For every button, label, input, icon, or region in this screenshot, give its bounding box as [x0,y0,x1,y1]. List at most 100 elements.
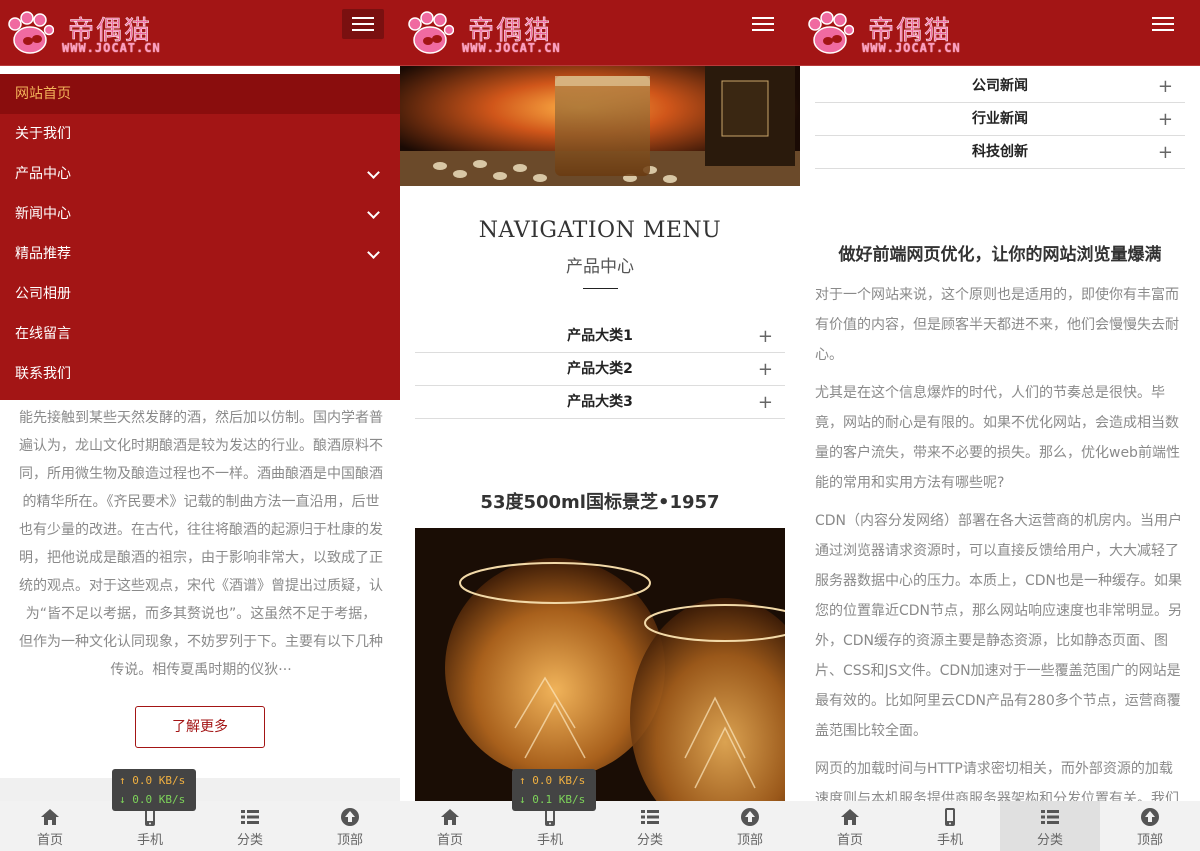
bottom-nav-home[interactable]: 首页 [800,801,900,851]
list-icon [641,810,659,824]
menu-toggle-button[interactable] [342,9,384,39]
text-line: 也有少量的改进。在古代，往往将酿酒的起源归于杜康的发 [19,522,383,538]
nav-item-label: 精品推荐 [15,246,71,262]
menu-toggle-button[interactable] [1142,9,1184,39]
panel-products: 帝偶猫 WWW.JOCAT.CN NAVIGATION MENU 产品中心 产品… [400,0,800,851]
hamburger-bar [352,29,374,31]
list-icon [241,810,259,824]
category-item[interactable]: 产品大类1 + [415,320,785,353]
plus-icon[interactable]: + [758,320,773,353]
download-speed: ↓ 0.0 KB/s [119,793,186,806]
hamburger-icon [1152,17,1174,19]
nav-item-label: 联系我们 [15,366,71,382]
site-logo[interactable]: 帝偶猫 WWW.JOCAT.CN [6,8,176,60]
chevron-down-icon[interactable] [367,206,380,219]
nav-item-label: 在线留言 [15,326,71,342]
paw-logo-icon [8,11,54,54]
bottom-nav-label: 分类 [1036,833,1063,848]
article-title: 做好前端网页优化，让你的网站浏览量爆满 [838,245,1162,265]
plus-icon[interactable]: + [1158,70,1173,103]
nav-item-label: 新闻中心 [15,206,71,222]
bottom-nav-mobile[interactable]: 手机 [900,801,1000,851]
bottom-nav-top[interactable]: 顶部 [1100,801,1200,851]
title-underline [583,288,618,289]
bottom-nav-category[interactable]: 分类 [1000,801,1100,851]
hamburger-icon [352,17,374,19]
nav-item-guestbook[interactable]: 在线留言 [0,314,400,354]
category-label: 科技创新 [972,144,1028,160]
panel-menu-open: 帝偶猫 WWW.JOCAT.CN 网站首页 关于我们 产品中心 新闻中心 精品推… [0,0,400,851]
paw-logo-icon [408,11,454,54]
header: 帝偶猫 WWW.JOCAT.CN [0,0,400,66]
nav-item-home[interactable]: 网站首页 [0,74,400,114]
text-line: 统的观点。对于这些观点，宋代《酒谱》曾提出过质疑，认 [19,578,383,594]
home-icon [41,809,59,825]
menu-toggle-button[interactable] [742,9,784,39]
home-icon [441,809,459,825]
hamburger-bar [1152,23,1174,25]
bottom-nav: 首页 手机 分类 顶部 [400,801,800,851]
category-item[interactable]: 产品大类2 + [415,353,785,386]
chevron-down-icon[interactable] [367,166,380,179]
bottom-nav-top[interactable]: 顶部 [300,801,400,851]
category-item[interactable]: 行业新闻 + [815,103,1185,136]
section-title: NAVIGATION MENU [478,218,722,243]
article-paragraph: 对于一个网站来说，这个原则也是适用的，即使你有丰富而有价值的内容，但是顾客半天都… [815,287,1179,363]
hamburger-bar [752,29,774,31]
banner-image [400,66,800,186]
article-paragraph: CDN（内容分发网络）部署在各大运营商的机房内。当用户通过浏览器请求资源时，可以… [815,513,1183,739]
text-line: 能先接触到某些天然发酵的酒，然后加以仿制。国内学者普 [19,410,383,426]
plus-icon[interactable]: + [1158,136,1173,169]
category-item[interactable]: 产品大类3 + [415,386,785,419]
plus-icon[interactable]: + [1158,103,1173,136]
bottom-nav-label: 分类 [636,833,663,848]
upload-speed: ↑ 0.0 KB/s [519,774,586,787]
paw-logo-icon [808,11,854,54]
nav-item-news[interactable]: 新闻中心 [0,194,400,234]
bottom-nav-category[interactable]: 分类 [600,801,700,851]
site-logo[interactable]: 帝偶猫 WWW.JOCAT.CN [406,8,576,60]
nav-item-contact[interactable]: 联系我们 [0,354,400,394]
plus-icon[interactable]: + [758,353,773,386]
learn-more-button[interactable]: 了解更多 [135,706,265,748]
bottom-nav-label: 手机 [936,833,963,848]
category-item[interactable]: 科技创新 + [815,136,1185,169]
category-label: 产品大类2 [567,361,633,377]
category-item[interactable]: 公司新闻 + [815,70,1185,103]
nav-item-label: 关于我们 [15,126,71,142]
hamburger-bar [352,23,374,25]
article-body: 对于一个网站来说，这个原则也是适用的，即使你有丰富而有价值的内容，但是顾客半天都… [815,280,1185,822]
bottom-nav-label: 首页 [436,833,463,848]
bottom-nav-label: 顶部 [736,833,763,848]
site-logo[interactable]: 帝偶猫 WWW.JOCAT.CN [806,8,976,60]
bottom-nav-home[interactable]: 首页 [0,801,100,851]
hamburger-icon [752,17,774,19]
product-category-list: 产品大类1 + 产品大类2 + 产品大类3 + [415,320,785,419]
chevron-down-icon[interactable] [367,246,380,259]
banner-slider[interactable] [400,66,800,186]
download-speed: ↓ 0.1 KB/s [519,793,586,806]
bottom-nav-label: 手机 [136,833,163,848]
bottom-nav-label: 顶部 [336,833,363,848]
nav-item-about[interactable]: 关于我们 [0,114,400,154]
bottom-nav-category[interactable]: 分类 [200,801,300,851]
up-arrow-icon [341,808,359,826]
nav-item-products[interactable]: 产品中心 [0,154,400,194]
bottom-nav-label: 顶部 [1136,833,1163,848]
panel-article: 帝偶猫 WWW.JOCAT.CN 公司新闻 + 行业新闻 + 科技创新 + 做好前端网… [800,0,1200,851]
plus-icon[interactable]: + [758,386,773,419]
nav-item-label: 产品中心 [15,166,71,182]
text-line: 为“皆不足以考据，而多其赘说也”。这虽然不足于考据， [25,606,377,622]
about-text: 能先接触到某些天然发酵的酒，然后加以仿制。国内学者普 遍认为，龙山文化时期酿酒是… [18,404,384,684]
news-category-list: 公司新闻 + 行业新闻 + 科技创新 + [815,70,1185,169]
bottom-nav-top[interactable]: 顶部 [700,801,800,851]
up-arrow-icon [741,808,759,826]
nav-item-album[interactable]: 公司相册 [0,274,400,314]
header: 帝偶猫 WWW.JOCAT.CN [800,0,1200,66]
home-icon [841,809,859,825]
bottom-nav-home[interactable]: 首页 [400,801,500,851]
product-title[interactable]: 53度500ml国标景芝•1957 [400,488,800,514]
nav-item-featured[interactable]: 精品推荐 [0,234,400,274]
bottom-nav-label: 首页 [836,833,863,848]
product-image[interactable] [415,528,785,808]
